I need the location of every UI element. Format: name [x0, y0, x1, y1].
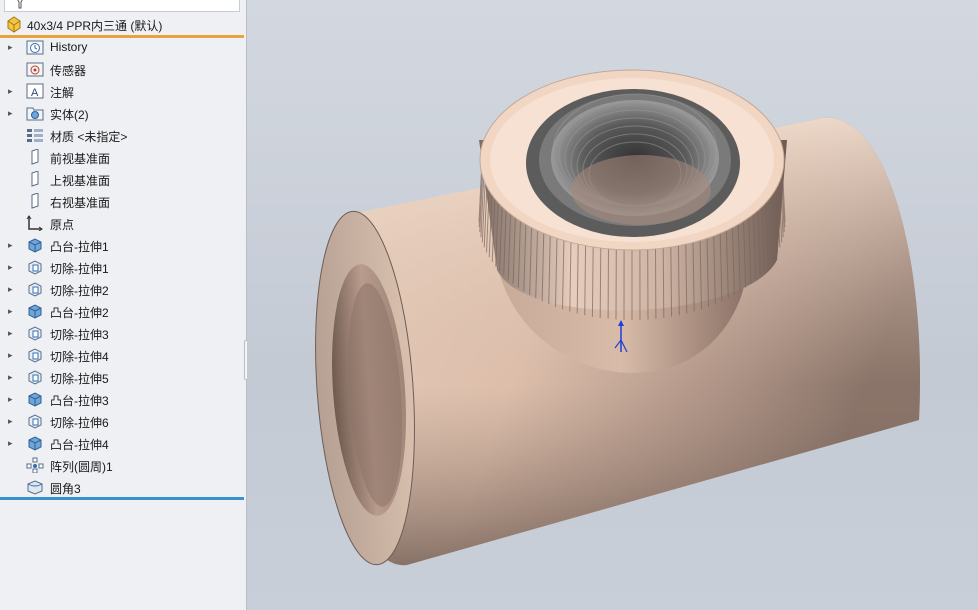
tree-item-plane[interactable]: 右视基准面 — [0, 190, 246, 212]
tree-item-sensor[interactable]: 传感器 — [0, 58, 246, 80]
tree-item-cut-extrude[interactable]: ▸ 切除-拉伸2 — [0, 278, 246, 300]
tree-item-label: History — [50, 40, 88, 54]
annotation-icon: A — [26, 83, 44, 99]
ppr-tee-model[interactable] — [247, 0, 978, 610]
tree-item-label: 切除-拉伸6 — [50, 416, 109, 430]
tree-item-material[interactable]: 材质 <未指定> — [0, 124, 246, 146]
expand-arrow-icon[interactable]: ▸ — [8, 239, 16, 251]
expand-arrow-icon[interactable]: ▸ — [8, 85, 16, 97]
tree-item-label: 切除-拉伸5 — [50, 372, 109, 386]
tree-item-label: 注解 — [50, 86, 75, 100]
boss-extrude-icon — [26, 237, 44, 253]
tree-item-label: 凸台-拉伸2 — [50, 306, 109, 320]
expand-arrow-icon[interactable]: ▸ — [8, 349, 16, 361]
expand-arrow-icon[interactable]: ▸ — [8, 261, 16, 273]
tree-item-label: 凸台-拉伸3 — [50, 394, 109, 408]
tree-item-label: 前视基准面 — [50, 152, 111, 166]
filter-icon[interactable] — [15, 0, 25, 9]
solidworks-window: 40x3/4 PPR内三通 (默认) ▸ History 传感器 ▸ A 注解 ▸ 实体(2)… — [0, 0, 978, 610]
tree-item-cut-extrude[interactable]: ▸ 切除-拉伸4 — [0, 344, 246, 366]
tree-item-solid-bodies[interactable]: ▸ 实体(2) — [0, 102, 246, 124]
knurled-branch[interactable] — [478, 69, 787, 320]
cut-extrude-icon — [26, 369, 44, 385]
tree-item-label: 阵列(圆周)1 — [50, 460, 113, 474]
filter-input[interactable] — [4, 0, 240, 12]
expand-arrow-icon[interactable]: ▸ — [8, 327, 16, 339]
cut-extrude-icon — [26, 259, 44, 275]
tree-item-label: 切除-拉伸4 — [50, 350, 109, 364]
tree-item-cut-extrude[interactable]: ▸ 切除-拉伸5 — [0, 366, 246, 388]
plane-icon — [26, 170, 44, 187]
tree-item-label: 凸台-拉伸1 — [50, 240, 109, 254]
cut-extrude-icon — [26, 413, 44, 429]
tree-item-label: 切除-拉伸3 — [50, 328, 109, 342]
tree-item-label: 传感器 — [50, 64, 87, 78]
tree-item-boss-extrude[interactable]: ▸ 凸台-拉伸2 — [0, 300, 246, 322]
tree-item-label: 材质 <未指定> — [50, 130, 128, 144]
cut-extrude-icon — [26, 347, 44, 363]
tree-item-label: 原点 — [50, 218, 75, 232]
history-icon — [26, 39, 44, 55]
fillet-icon — [26, 479, 44, 495]
expand-arrow-icon[interactable]: ▸ — [8, 393, 16, 405]
origin-icon — [26, 215, 44, 232]
circular-pattern-icon — [26, 457, 44, 474]
tree-item-label: 上视基准面 — [50, 174, 111, 188]
cut-extrude-icon — [26, 325, 44, 341]
tree-item-boss-extrude[interactable]: ▸ 凸台-拉伸4 — [0, 432, 246, 454]
tree-item-label: 右视基准面 — [50, 196, 111, 210]
tree-item-history[interactable]: ▸ History — [0, 36, 246, 58]
tree-item-cut-extrude[interactable]: ▸ 切除-拉伸6 — [0, 410, 246, 432]
sensor-icon — [26, 61, 44, 77]
cut-extrude-icon — [26, 281, 44, 297]
boss-extrude-icon — [26, 435, 44, 451]
feature-manager-tree: 40x3/4 PPR内三通 (默认) ▸ History 传感器 ▸ A 注解 ▸ 实体(2)… — [0, 0, 247, 610]
filter-bar — [0, 0, 246, 12]
tree-item-plane[interactable]: 上视基准面 — [0, 168, 246, 190]
expand-arrow-icon[interactable]: ▸ — [8, 41, 16, 53]
tree-item-label: 圆角3 — [50, 482, 81, 496]
boss-extrude-icon — [26, 303, 44, 319]
part-name: 40x3/4 PPR内三通 (默认) — [27, 19, 163, 33]
tree-root-part[interactable]: 40x3/4 PPR内三通 (默认) — [0, 13, 246, 35]
expand-arrow-icon[interactable]: ▸ — [8, 415, 16, 427]
tree-item-label: 切除-拉伸2 — [50, 284, 109, 298]
rollback-bar[interactable] — [0, 497, 244, 500]
solid-bodies-icon — [26, 105, 44, 121]
tree-item-cut-extrude[interactable]: ▸ 切除-拉伸3 — [0, 322, 246, 344]
material-icon — [26, 127, 44, 143]
expand-arrow-icon[interactable]: ▸ — [8, 107, 16, 119]
tree-item-boss-extrude[interactable]: ▸ 凸台-拉伸1 — [0, 234, 246, 256]
expand-arrow-icon[interactable]: ▸ — [8, 305, 16, 317]
tree-item-label: 凸台-拉伸4 — [50, 438, 109, 452]
tree-item-annotation[interactable]: ▸ A 注解 — [0, 80, 246, 102]
plane-icon — [26, 192, 44, 209]
expand-arrow-icon[interactable]: ▸ — [8, 371, 16, 383]
graphics-area[interactable] — [247, 0, 978, 610]
plane-icon — [26, 148, 44, 165]
tree-item-cut-extrude[interactable]: ▸ 切除-拉伸1 — [0, 256, 246, 278]
tree-item-boss-extrude[interactable]: ▸ 凸台-拉伸3 — [0, 388, 246, 410]
part-icon — [7, 16, 21, 33]
boss-extrude-icon — [26, 391, 44, 407]
tree-item-origin[interactable]: 原点 — [0, 212, 246, 234]
expand-arrow-icon[interactable]: ▸ — [8, 283, 16, 295]
tree-item-fillet[interactable]: 圆角3 — [0, 476, 246, 498]
tree-item-label: 切除-拉伸1 — [50, 262, 109, 276]
svg-text:A: A — [31, 87, 39, 99]
tree-item-plane[interactable]: 前视基准面 — [0, 146, 246, 168]
tree-item-label: 实体(2) — [50, 108, 89, 122]
expand-arrow-icon[interactable]: ▸ — [8, 437, 16, 449]
tree-item-circular-pattern[interactable]: 阵列(圆周)1 — [0, 454, 246, 476]
